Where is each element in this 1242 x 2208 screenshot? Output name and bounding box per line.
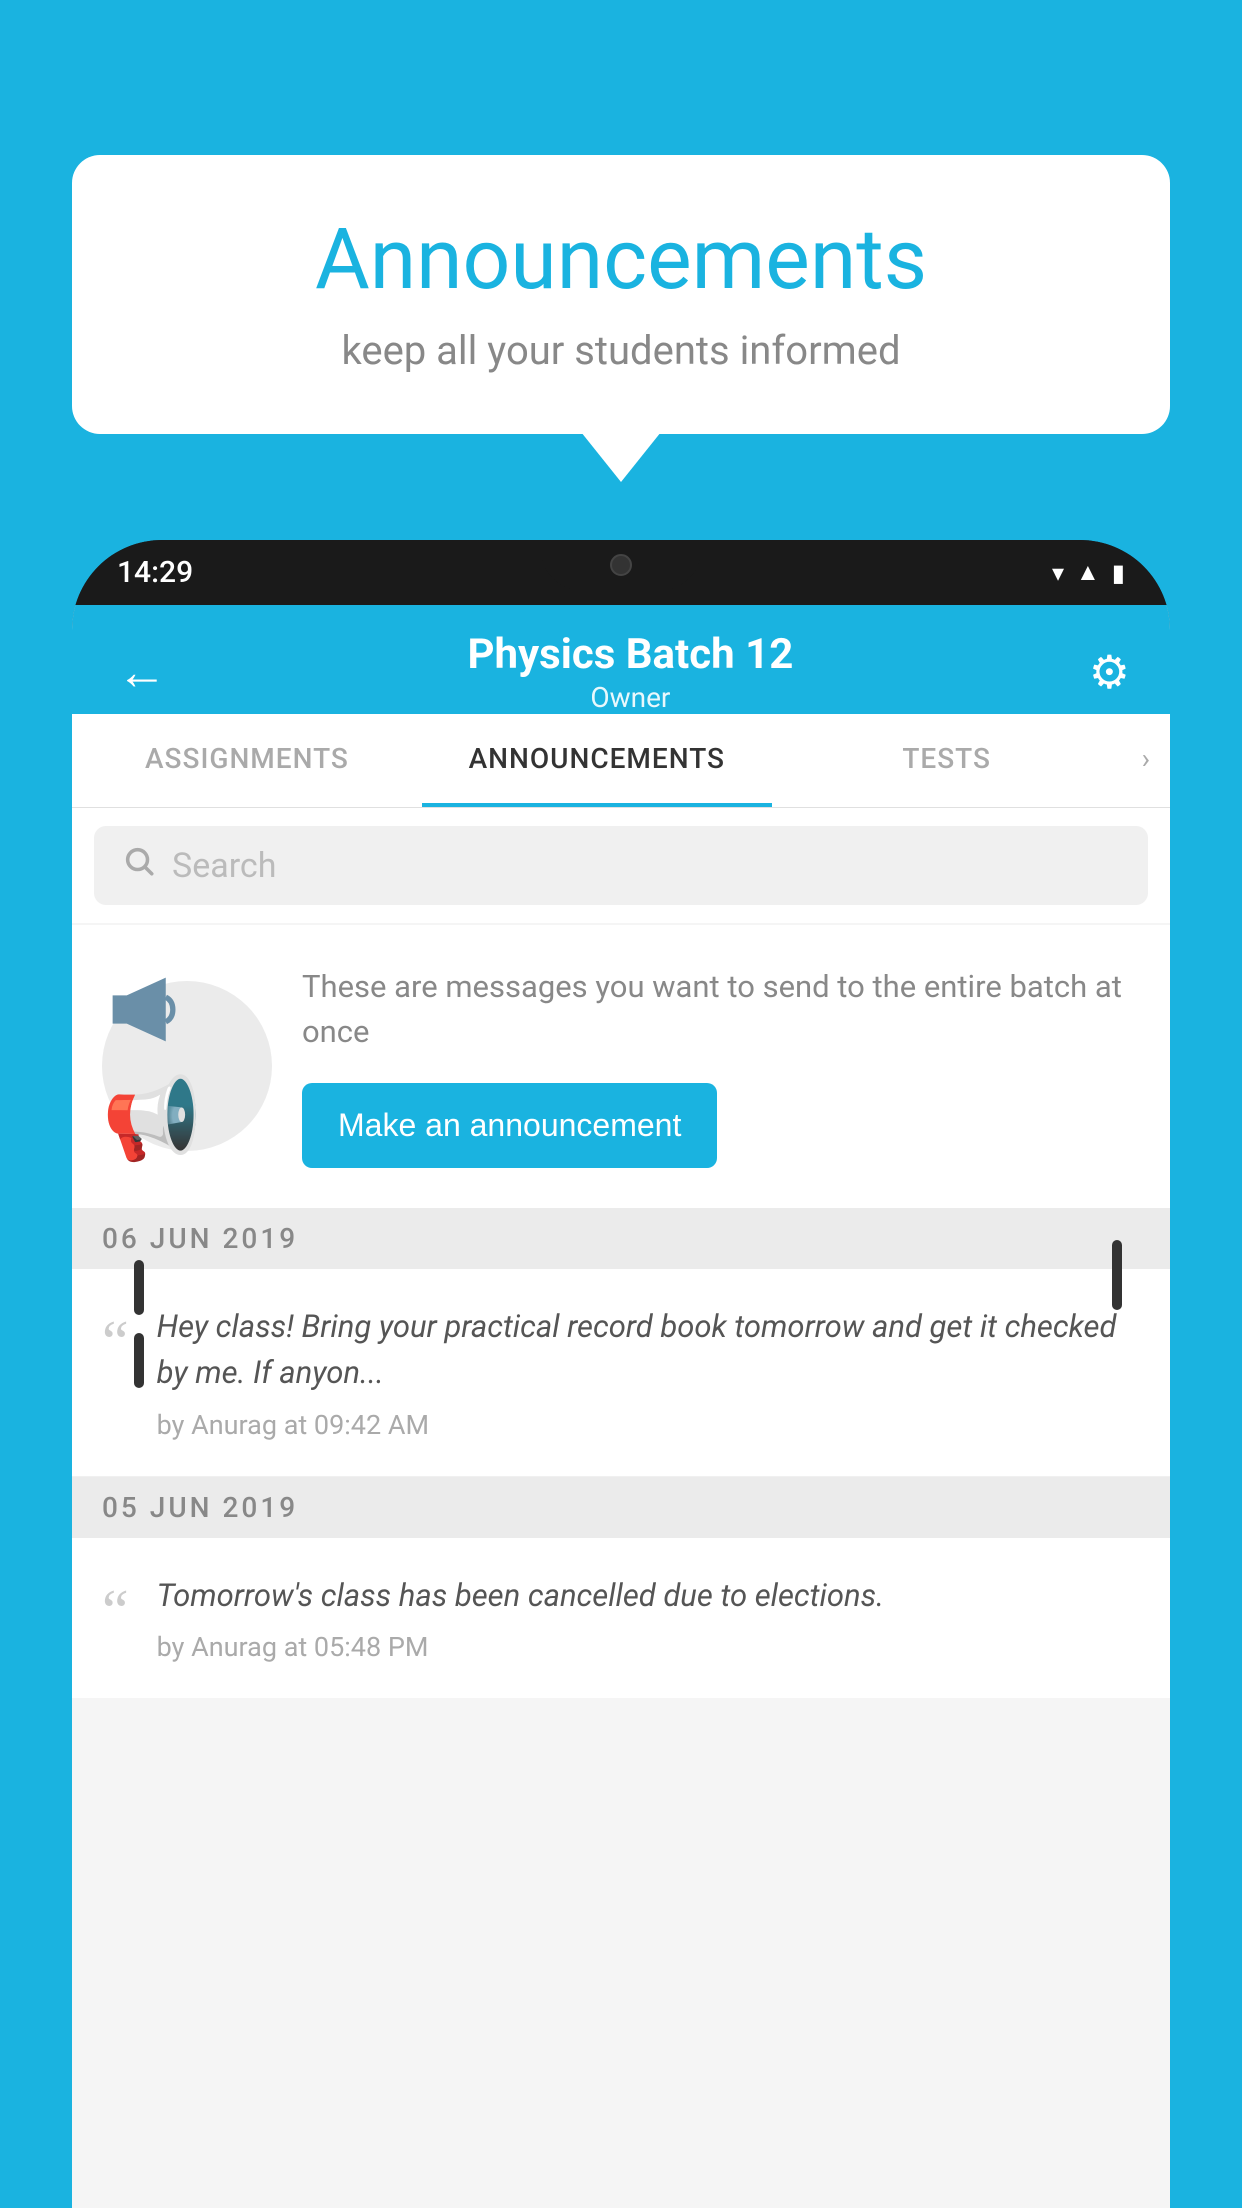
header-title: Physics Batch 12 [172,630,1089,679]
date-separator-1: 06 JUN 2019 [72,1208,1170,1269]
announcement-author-2: by Anurag at 05:48 PM [157,1631,1140,1663]
search-icon [122,844,156,887]
tab-tests[interactable]: TESTS [772,714,1122,807]
status-bar: 14:29 ▾ ▲ ▮ [72,540,1170,605]
volume-buttons-left [134,1260,144,1406]
speech-bubble: Announcements keep all your students inf… [72,155,1170,434]
wifi-icon: ▾ [1052,559,1064,587]
quote-icon-2: “ [102,1581,129,1641]
tabs-container: ASSIGNMENTS ANNOUNCEMENTS TESTS › [72,714,1170,808]
header-title-area: Physics Batch 12 Owner [172,630,1089,714]
power-btn [1112,1240,1122,1310]
announcement-description: These are messages you want to send to t… [302,965,1140,1055]
speech-bubble-title: Announcements [132,210,1110,309]
volume-down-button [134,1333,144,1388]
announcement-content-2: Tomorrow's class has been cancelled due … [157,1573,1140,1664]
speech-bubble-subtitle: keep all your students informed [132,327,1110,374]
phone-notch [541,540,701,590]
power-button [1112,1240,1122,1330]
tab-more[interactable]: › [1122,714,1170,807]
announcement-item-2[interactable]: “ Tomorrow's class has been cancelled du… [72,1538,1170,1699]
settings-icon[interactable]: ⚙ [1089,645,1130,700]
megaphone-circle: 📢 [102,981,272,1151]
tab-assignments[interactable]: ASSIGNMENTS [72,714,422,807]
announcement-text-1: Hey class! Bring your practical record b… [157,1304,1140,1397]
status-icons: ▾ ▲ ▮ [1052,558,1125,587]
announcement-text-2: Tomorrow's class has been cancelled due … [157,1573,1140,1620]
quote-icon-1: “ [102,1312,129,1372]
announcement-content-1: Hey class! Bring your practical record b… [157,1304,1140,1441]
megaphone-icon: 📢 [102,967,272,1166]
phone-screen: ← Physics Batch 12 Owner ⚙ ASSIGNMENTS A… [72,605,1170,2208]
announcement-prompt: 📢 These are messages you want to send to… [72,925,1170,1208]
header-subtitle: Owner [172,681,1089,714]
date-separator-2: 05 JUN 2019 [72,1477,1170,1538]
camera-dot [610,554,632,576]
status-time: 14:29 [117,555,193,590]
search-bar[interactable]: Search [94,826,1148,905]
search-container: Search [72,808,1170,923]
back-button[interactable]: ← [112,638,172,707]
battery-icon: ▮ [1112,559,1125,587]
volume-up-button [134,1260,144,1315]
announcement-right: These are messages you want to send to t… [302,965,1140,1168]
phone-frame: 14:29 ▾ ▲ ▮ ← Physics Batch 12 Owner ⚙ A… [72,540,1170,2208]
announcement-item-1[interactable]: “ Hey class! Bring your practical record… [72,1269,1170,1477]
signal-icon: ▲ [1076,558,1100,587]
tab-announcements[interactable]: ANNOUNCEMENTS [422,714,772,807]
app-header: ← Physics Batch 12 Owner ⚙ [72,605,1170,714]
speech-bubble-container: Announcements keep all your students inf… [72,155,1170,434]
announcement-author-1: by Anurag at 09:42 AM [157,1409,1140,1441]
make-announcement-button[interactable]: Make an announcement [302,1083,717,1168]
search-placeholder: Search [172,846,276,886]
